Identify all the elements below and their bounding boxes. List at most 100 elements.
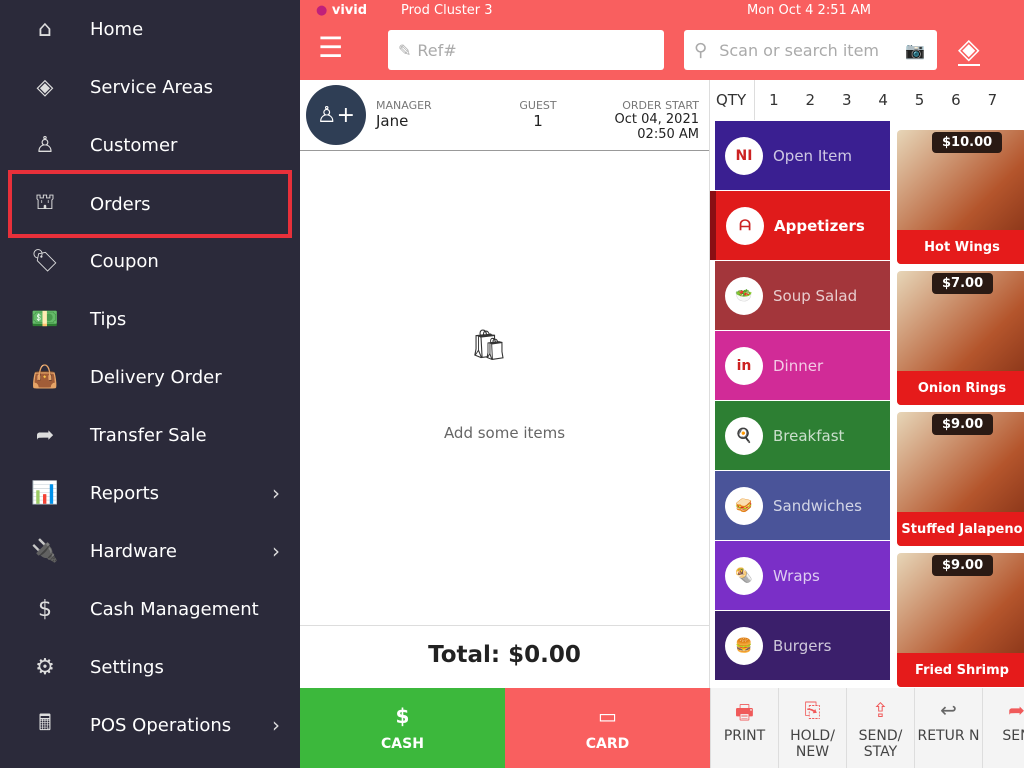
- divider: [300, 625, 709, 626]
- category-thumbnail: 🥗: [725, 276, 763, 315]
- send-stay-icon: ⇪: [872, 698, 889, 722]
- menu-item-card[interactable]: $10.00 Hot Wings: [897, 130, 1024, 264]
- sen-button[interactable]: ➦ SEN: [982, 688, 1024, 768]
- menu-icon[interactable]: ☰: [318, 34, 343, 62]
- qty-option[interactable]: 1: [769, 91, 805, 109]
- item-name: Fried Shrimp: [897, 653, 1024, 687]
- share-arrow-icon: ➦: [35, 422, 55, 448]
- guest-count: 1: [533, 112, 543, 130]
- qty-option[interactable]: 3: [842, 91, 878, 109]
- qty-label: QTY: [716, 91, 747, 109]
- category-thumbnail: ᗩ: [726, 206, 764, 245]
- category-appetizers[interactable]: ᗩ Appetizers: [710, 191, 890, 260]
- sidebar-item-label: Settings: [90, 656, 164, 678]
- chevron-right-icon: ›: [272, 713, 280, 737]
- divider: [754, 80, 756, 120]
- category-label: Wraps: [773, 566, 820, 585]
- sidebar: ⌂ Home ◈ Service Areas ♙ Customer ⛫ Orders 🏷 Coup…: [0, 0, 300, 768]
- return-icon: ↩: [940, 698, 957, 722]
- card-button[interactable]: ▭ CARD: [505, 688, 710, 768]
- camera-icon[interactable]: 📷: [905, 41, 925, 60]
- cloche-icon: ⛫: [34, 190, 56, 215]
- layers-icon[interactable]: ◈: [958, 34, 980, 66]
- sidebar-item-label: Service Areas: [90, 76, 214, 98]
- sidebar-item-service-areas[interactable]: ◈ Service Areas: [0, 58, 300, 116]
- sidebar-item-delivery-order[interactable]: 👜 Delivery Order: [0, 348, 300, 406]
- qty-option[interactable]: 2: [806, 91, 842, 109]
- cash-icon: $: [395, 704, 410, 728]
- user-icon: ♙: [35, 132, 55, 158]
- item-price: $7.00: [932, 273, 994, 294]
- qty-option[interactable]: 7: [988, 91, 1024, 109]
- category-label: Appetizers: [774, 216, 865, 235]
- search-icon: ⚲: [694, 39, 708, 61]
- add-user-icon: ♙+: [316, 102, 356, 128]
- qty-option[interactable]: 6: [951, 91, 987, 109]
- item-price: $10.00: [932, 132, 1003, 153]
- sidebar-item-label: POS Operations: [90, 714, 232, 736]
- order-start-info: ORDER START Oct 04, 2021 02:50 AM: [615, 99, 700, 142]
- hold-new-button[interactable]: ⎘ HOLD/ NEW: [778, 688, 846, 768]
- empty-cart-text: Add some items: [443, 424, 566, 442]
- category-sandwiches[interactable]: 🥪 Sandwiches: [715, 471, 890, 540]
- qty-option[interactable]: 4: [878, 91, 914, 109]
- qty-option[interactable]: 5: [915, 91, 951, 109]
- menu-item-card[interactable]: $7.00 Onion Rings: [897, 271, 1024, 405]
- dollar-icon: $: [38, 596, 52, 622]
- sidebar-item-settings[interactable]: ⚙ Settings: [0, 638, 300, 696]
- cluster-name: Prod Cluster 3: [401, 3, 493, 18]
- menu-item-card[interactable]: $9.00 Stuffed Jalapeno: [897, 412, 1024, 546]
- sidebar-item-tips[interactable]: 💵 Tips: [0, 290, 300, 348]
- menu-item-card[interactable]: $9.00 Fried Shrimp: [897, 553, 1024, 687]
- top-bar: ● vivid Prod Cluster 3 Mon Oct 4 2:51 AM…: [300, 0, 1024, 80]
- sidebar-item-home[interactable]: ⌂ Home: [0, 0, 300, 58]
- sidebar-item-orders[interactable]: ⛫ Orders: [8, 170, 292, 238]
- category-breakfast[interactable]: 🍳 Breakfast: [715, 401, 890, 470]
- guest-info: GUEST 1: [510, 99, 566, 130]
- category-wraps[interactable]: 🌯 Wraps: [715, 541, 890, 610]
- sidebar-item-cash-management[interactable]: $ Cash Management: [0, 580, 300, 638]
- category-burgers[interactable]: 🍔 Burgers: [715, 611, 890, 680]
- category-open-item[interactable]: NI Open Item: [715, 121, 890, 190]
- datetime: Mon Oct 4 2:51 AM: [747, 3, 871, 18]
- sidebar-item-customer[interactable]: ♙ Customer: [0, 116, 300, 174]
- ref-input[interactable]: ✎ Ref#: [388, 30, 664, 70]
- search-placeholder: Scan or search item: [719, 40, 880, 60]
- lifebuoy-icon: ⚙: [35, 654, 55, 680]
- item-price: $9.00: [932, 555, 994, 576]
- note-icon: ✎: [398, 40, 412, 60]
- sidebar-item-pos-operations[interactable]: 🖩 POS Operations ›: [0, 696, 300, 754]
- retur-n-button[interactable]: ↩ RETUR N: [914, 688, 982, 768]
- category-soup-salad[interactable]: 🥗 Soup Salad: [715, 261, 890, 330]
- sidebar-item-label: Tips: [90, 308, 127, 330]
- send-icon: ➦: [1008, 698, 1024, 722]
- category-label: Open Item: [773, 146, 852, 165]
- sidebar-item-coupon[interactable]: 🏷 Coupon: [0, 232, 300, 290]
- sidebar-item-label: Orders: [90, 193, 151, 215]
- brand-name: vivid: [331, 3, 368, 18]
- category-thumbnail: in: [725, 346, 763, 385]
- cash-icon: 💵: [31, 306, 59, 332]
- cash-button[interactable]: $ CASH: [300, 688, 505, 768]
- register-icon: 🖩: [38, 711, 52, 736]
- sidebar-item-label: Hardware: [90, 540, 177, 562]
- print-button[interactable]: 🖶 PRINT: [710, 688, 778, 768]
- add-customer-button[interactable]: ♙+: [306, 85, 366, 145]
- guest-label: GUEST: [519, 99, 557, 112]
- sidebar-item-reports[interactable]: 📊 Reports ›: [0, 464, 300, 522]
- sidebar-item-transfer-sale[interactable]: ➦ Transfer Sale: [0, 406, 300, 464]
- category-thumbnail: NI: [725, 136, 763, 175]
- order-start-date: Oct 04, 2021: [614, 112, 700, 127]
- ref-placeholder: Ref#: [417, 40, 457, 60]
- manager-label: MANAGER: [376, 99, 432, 112]
- category-dinner[interactable]: in Dinner: [715, 331, 890, 400]
- sidebar-item-label: Home: [90, 18, 144, 40]
- card-icon: ▭: [598, 704, 617, 728]
- manager-name: Jane: [376, 112, 409, 130]
- send-stay-button[interactable]: ⇪ SEND/ STAY: [846, 688, 914, 768]
- action-label: RETUR N: [917, 728, 980, 744]
- brand-logo: ● vivid: [316, 3, 368, 18]
- sidebar-item-label: Delivery Order: [90, 366, 222, 388]
- sidebar-item-hardware[interactable]: 🔌 Hardware ›: [0, 522, 300, 580]
- search-input[interactable]: ⚲ Scan or search item 📷: [684, 30, 937, 70]
